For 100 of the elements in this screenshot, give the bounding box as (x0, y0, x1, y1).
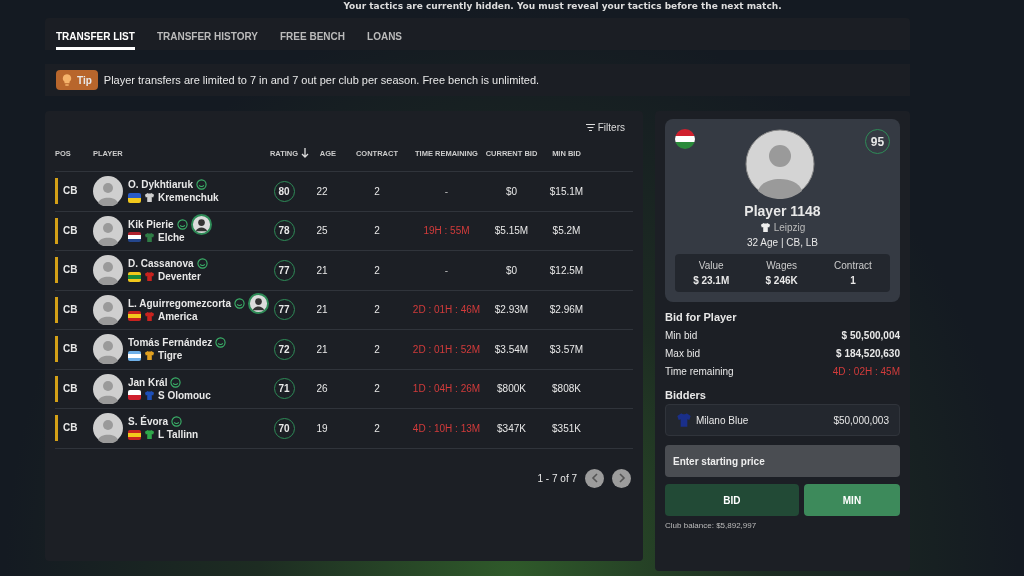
avatar-icon (93, 373, 123, 404)
smiley-icon (196, 258, 208, 270)
contract-cell-text: 2 (373, 383, 381, 395)
min-button[interactable]: MIN (803, 484, 900, 516)
tip-label: Tip (77, 74, 92, 86)
player-name[interactable]: S. Évora (128, 416, 169, 428)
avatar-icon (93, 334, 123, 365)
current-bid-cell-text: $5.15M (493, 225, 530, 237)
stat-value: $ 23.1M (693, 275, 730, 286)
pagination-text: 1 - 7 of 7 (537, 472, 577, 484)
table-row[interactable]: CB D. Cassanova Deventer 77 21 2 - $0 $12.5M (55, 251, 633, 291)
club-name: Elche (158, 231, 185, 243)
time-remaining-cell-text: 19H : 55M (422, 225, 471, 237)
club-name: Leipzig (773, 222, 806, 233)
time-remaining-cell-text: 2D : 01H : 52M (411, 343, 482, 355)
player-name[interactable]: Tomás Fernández (128, 337, 213, 349)
min-bid-cell-text: $12.5M (548, 264, 585, 276)
current-bid-cell-text: $0 (504, 185, 519, 197)
stat-label: Wages (766, 260, 798, 271)
age-cell-text: 25 (315, 225, 329, 237)
current-bid-cell-text: $2.93M (493, 304, 530, 316)
player-info: 32 Age | CB, LB (747, 237, 818, 248)
smiley-icon (171, 416, 183, 428)
min-bid-cell-text: $15.1M (548, 185, 585, 197)
smiley-icon (170, 376, 182, 388)
age-cell-text: 21 (315, 264, 329, 276)
age-cell-text: 21 (315, 304, 329, 316)
table-row[interactable]: CB Jan Král S Olomouc 71 26 2 1D : 04H : 26M $800K $808K (55, 369, 633, 409)
notice-text: Your tactics are currently hidden. You must reveal your tactics before the next match. (342, 0, 783, 12)
player-name[interactable]: O. Dykhtiaruk (128, 179, 194, 191)
time-remaining-cell-text: - (443, 185, 450, 197)
chevron-left-icon (590, 473, 599, 483)
club-name: Tigre (158, 350, 183, 362)
min-bid-cell-text: $3.57M (548, 343, 585, 355)
smiley-icon (176, 218, 188, 230)
player-name[interactable]: L. Aguirregomezcorta (128, 297, 231, 309)
player-name[interactable]: Jan Král (128, 376, 168, 388)
min-bid-cell-text: $2.96M (548, 304, 585, 316)
starting-price-field[interactable]: Enter starting price (665, 445, 900, 477)
contract-cell-text: 2 (373, 264, 381, 276)
avatar-icon (93, 294, 123, 325)
table-row[interactable]: CB S. Évora L Tallinn 70 19 2 4D : 10H : 13M $347K $351K (55, 409, 633, 449)
smiley-icon (234, 297, 245, 309)
tab[interactable]: TRANSFER LIST (56, 18, 135, 50)
tab[interactable]: LOANS (367, 18, 403, 50)
contract-cell-text: 2 (373, 304, 381, 316)
min-bid-cell-text: $5.2M (551, 225, 582, 237)
avatar-icon (93, 215, 123, 246)
bid-label: Time remaining (665, 365, 734, 377)
bid-button[interactable]: BID (665, 484, 799, 516)
stat-label: Value (698, 260, 724, 271)
min-bid-cell-text: $351K (551, 422, 582, 434)
age-cell-text: 21 (315, 343, 329, 355)
current-bid-cell-text: $347K (496, 422, 527, 434)
club-name: L Tallinn (158, 429, 199, 441)
contract-cell-text: 2 (373, 225, 381, 237)
time-remaining-cell-text: 1D : 04H : 26M (411, 383, 482, 395)
player-name[interactable]: D. Cassanova (128, 258, 194, 270)
tip-text: Player transfers are limited to 7 in and 7 out per club per season. Free bench is unlimited. (103, 74, 540, 86)
player-name: Player 1148 (744, 203, 821, 219)
table-row[interactable]: CB Kik Pierie Elche 78 25 2 19H : 55M $5.15M $5.2M (55, 211, 633, 251)
time-remaining-cell-text: 4D : 10H : 13M (411, 422, 482, 434)
current-bid-cell-text: $0 (504, 264, 519, 276)
club-name: Deventer (158, 271, 201, 283)
tab[interactable]: FREE BENCH (280, 18, 346, 50)
time-remaining-cell-text: 2D : 01H : 46M (411, 304, 482, 316)
avatar-icon (93, 176, 123, 207)
avatar-icon (93, 255, 123, 286)
contract-cell-text: 2 (373, 422, 381, 434)
section-title: Bid for Player (665, 311, 738, 323)
smiley-icon (196, 179, 208, 191)
bid-value: $ 50,500,004 (841, 329, 900, 341)
min-bid-cell-text: $808K (551, 383, 582, 395)
bid-label: Max bid (665, 347, 700, 359)
bid-amount: $50,000,003 (833, 414, 889, 426)
contract-cell-text: 2 (373, 185, 381, 197)
section-title: Bidders (665, 389, 707, 401)
club-name: S Olomouc (158, 389, 211, 401)
table-row[interactable]: CB Tomás Fernández Tigre 72 21 2 2D : 01H : 52M $3.54M $3.57M (55, 330, 633, 370)
chevron-right-icon (617, 473, 626, 483)
contract-cell-text: 2 (373, 343, 381, 355)
bid-label: Min bid (665, 329, 698, 341)
avatar-icon (93, 413, 123, 444)
previous-page-button[interactable] (585, 468, 604, 488)
filters-button[interactable]: Filters (577, 119, 633, 135)
player-name[interactable]: Kik Pierie (128, 218, 174, 230)
stat-value: 1 (850, 275, 856, 286)
next-page-button[interactable] (612, 468, 631, 488)
current-bid-cell-text: $3.54M (493, 343, 530, 355)
age-cell-text: 26 (315, 383, 329, 395)
table-row[interactable]: CB L. Aguirregomezcorta America 77 21 2 2D : 01H : 46M $2.93M $2.96M (55, 290, 633, 330)
bidder-club: Milano Blue (696, 414, 750, 426)
time-remaining-cell-text: - (443, 264, 450, 276)
filter-icon (585, 123, 595, 131)
table-row[interactable]: CB O. Dykhtiaruk Kremenchuk 80 22 2 - $0 $15.1M (55, 172, 633, 212)
smiley-icon (215, 337, 227, 349)
tab[interactable]: TRANSFER HISTORY (156, 18, 258, 50)
bid-value: $ 184,520,630 (836, 347, 900, 359)
stat-label: Contract (834, 260, 872, 271)
age-cell-text: 19 (315, 422, 329, 434)
